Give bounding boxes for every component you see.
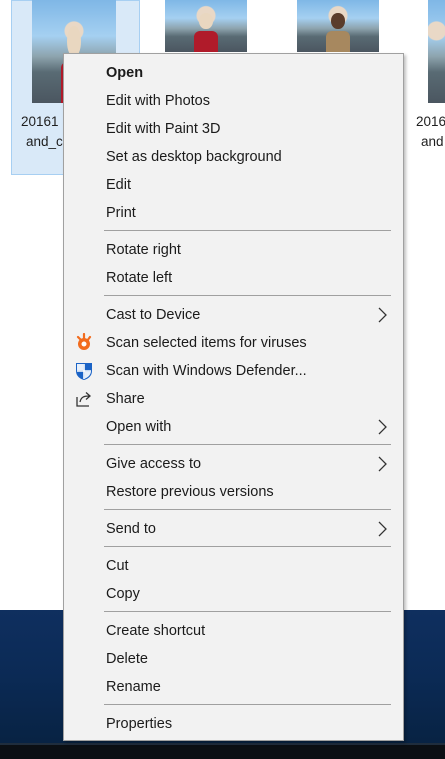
menu-item-copy[interactable]: Copy <box>64 580 403 608</box>
photo-thumbnail-2[interactable] <box>165 0 247 52</box>
menu-item-label: Restore previous versions <box>106 484 274 500</box>
menu-item-label: Give access to <box>106 456 202 472</box>
menu-item-scan-with-windows-defender[interactable]: Scan with Windows Defender... <box>64 357 403 385</box>
menu-item-label: Cast to Device <box>106 307 201 323</box>
menu-item-label: Scan with Windows Defender... <box>106 363 307 379</box>
file-name-4-line2[interactable]: and <box>421 132 444 152</box>
avast-icon <box>76 333 92 350</box>
menu-item-label: Create shortcut <box>106 623 206 639</box>
menu-item-give-access-to[interactable]: Give access to <box>64 450 403 478</box>
file-name-4-line1[interactable]: 2016 <box>416 112 445 132</box>
menu-item-label: Properties <box>106 716 173 732</box>
file-name-1-line2[interactable]: and_c <box>26 132 63 152</box>
menu-item-cut[interactable]: Cut <box>64 552 403 580</box>
menu-item-rename[interactable]: Rename <box>64 673 403 701</box>
menu-item-label: Open with <box>106 419 172 435</box>
menu-item-set-as-desktop-background[interactable]: Set as desktop background <box>64 143 403 171</box>
windows-defender-icon <box>76 363 92 380</box>
context-menu: Open Edit with Photos Edit with Paint 3D… <box>63 53 404 741</box>
photo-thumbnail-3[interactable] <box>297 0 379 52</box>
menu-item-label: Scan selected items for viruses <box>106 335 307 351</box>
menu-item-label: Edit with Paint 3D <box>106 121 221 137</box>
file-name-1-line1[interactable]: 20161 <box>21 112 59 132</box>
menu-item-open-with[interactable]: Open with <box>64 413 403 441</box>
chevron-right-icon <box>378 456 387 472</box>
menu-item-label: Copy <box>106 586 140 602</box>
menu-separator <box>104 295 391 296</box>
menu-item-label: Delete <box>106 651 148 667</box>
menu-separator <box>104 509 391 510</box>
menu-item-edit[interactable]: Edit <box>64 171 403 199</box>
menu-separator <box>104 704 391 705</box>
menu-item-delete[interactable]: Delete <box>64 645 403 673</box>
menu-item-rotate-right[interactable]: Rotate right <box>64 236 403 264</box>
menu-item-label: Edit <box>106 177 131 193</box>
menu-item-scan-selected-items[interactable]: Scan selected items for viruses <box>64 329 403 357</box>
menu-item-label: Rename <box>106 679 161 695</box>
menu-separator <box>104 230 391 231</box>
menu-separator <box>104 444 391 445</box>
menu-item-label: Send to <box>106 521 156 537</box>
menu-item-label: Open <box>106 65 144 81</box>
menu-separator <box>104 546 391 547</box>
menu-item-properties[interactable]: Properties <box>64 710 403 738</box>
taskbar <box>0 745 445 759</box>
menu-item-edit-with-paint-3d[interactable]: Edit with Paint 3D <box>64 115 403 143</box>
menu-item-label: Cut <box>106 558 129 574</box>
menu-item-cast-to-device[interactable]: Cast to Device <box>64 301 403 329</box>
menu-item-label: Share <box>106 391 145 407</box>
menu-item-share[interactable]: Share <box>64 385 403 413</box>
menu-item-open[interactable]: Open <box>64 59 403 87</box>
chevron-right-icon <box>378 307 387 323</box>
menu-item-label: Edit with Photos <box>106 93 210 109</box>
menu-item-restore-previous-versions[interactable]: Restore previous versions <box>64 478 403 506</box>
menu-item-label: Set as desktop background <box>106 149 282 165</box>
menu-item-rotate-left[interactable]: Rotate left <box>64 264 403 292</box>
menu-item-edit-with-photos[interactable]: Edit with Photos <box>64 87 403 115</box>
share-icon <box>76 392 91 407</box>
menu-item-send-to[interactable]: Send to <box>64 515 403 543</box>
menu-item-label: Rotate left <box>106 270 173 286</box>
menu-item-label: Rotate right <box>106 242 181 258</box>
menu-item-create-shortcut[interactable]: Create shortcut <box>64 617 403 645</box>
chevron-right-icon <box>378 419 387 435</box>
menu-item-print[interactable]: Print <box>64 199 403 227</box>
menu-item-label: Print <box>106 205 136 221</box>
menu-separator <box>104 611 391 612</box>
photo-thumbnail-4[interactable] <box>428 0 445 103</box>
chevron-right-icon <box>378 521 387 537</box>
